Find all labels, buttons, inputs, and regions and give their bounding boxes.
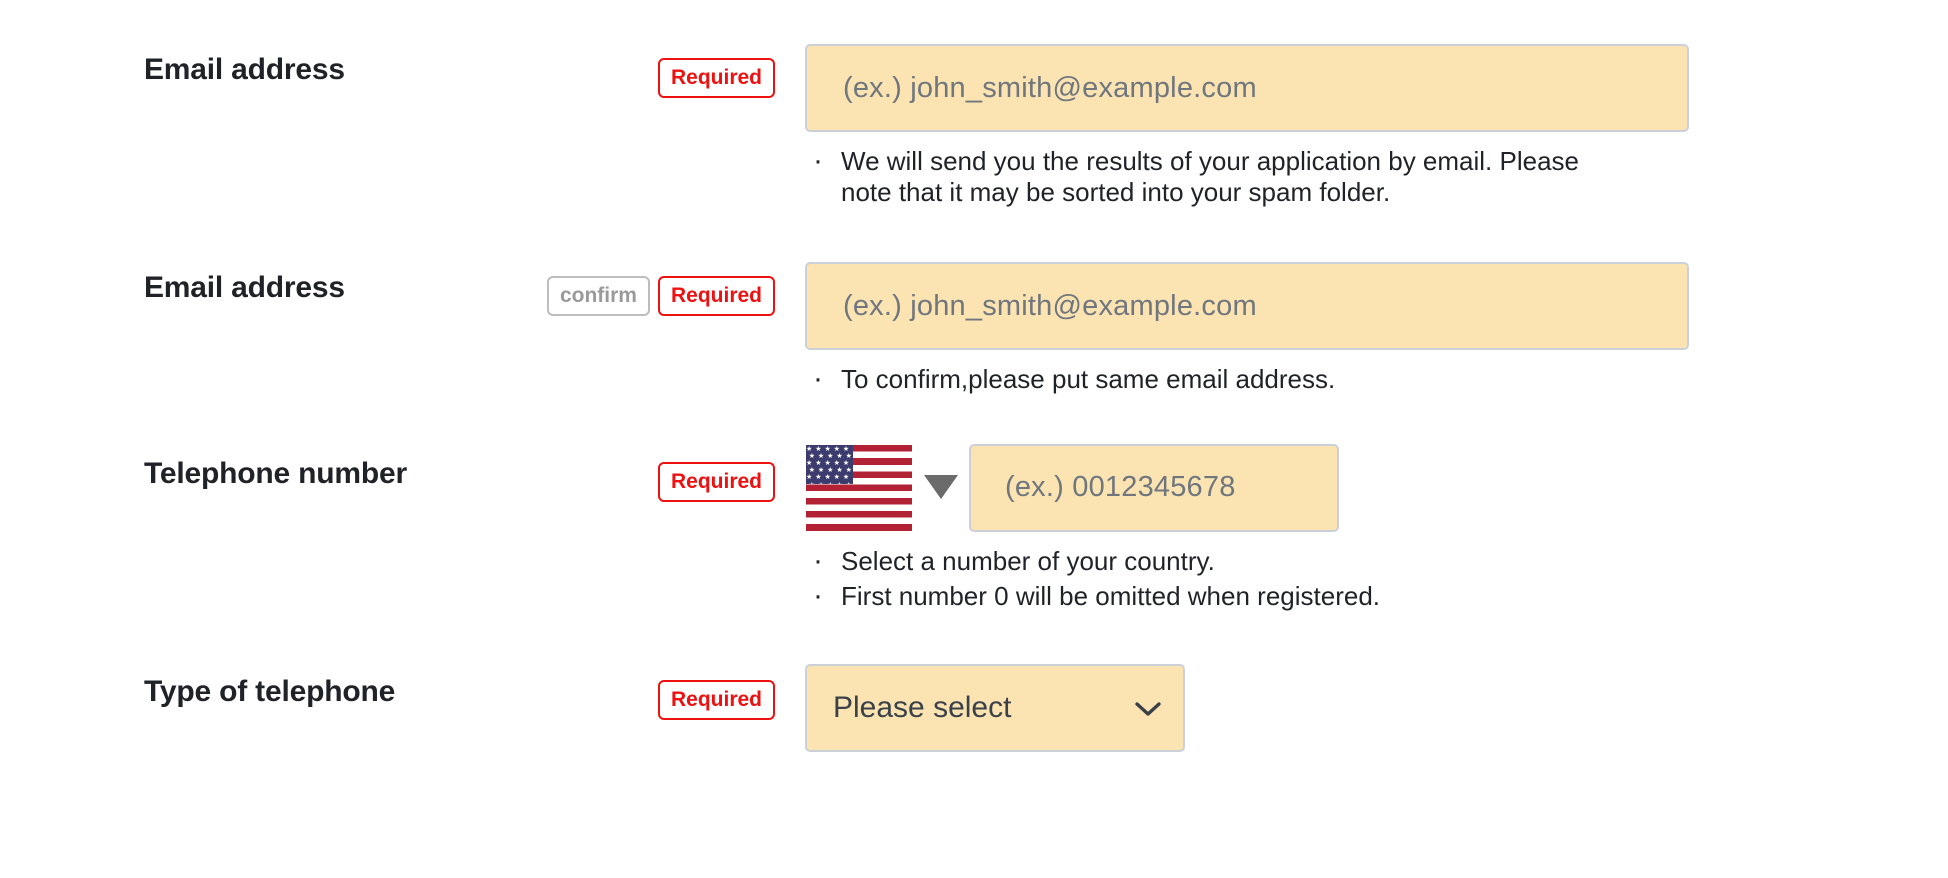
country-flag-select[interactable]: ★ ★ ★ ★ ★ ★ ★ ★ ★ ★ ★ ★ ★ ★ ★ ★ ★ ★ ★ ★ …	[805, 444, 913, 532]
required-badge: Required	[657, 58, 775, 98]
label-cell: Email address	[0, 240, 500, 306]
hint-list: To confirm,please put same email address…	[805, 350, 1605, 397]
required-badge: Required	[657, 679, 775, 720]
field-label-type-of-telephone: Type of telephone	[144, 674, 396, 708]
control-cell: (ex.) john_smith@example.com To confirm,…	[805, 240, 1948, 399]
badge-cell: Required	[500, 426, 805, 502]
form-row-email-confirm: Email address confirm Required (ex.) joh…	[0, 240, 1948, 399]
form-row-type-of-telephone: Type of telephone Required Please select	[0, 646, 1948, 752]
email-confirm-input[interactable]: (ex.) john_smith@example.com	[805, 262, 1689, 351]
field-label-email-address-confirm: Email address	[144, 271, 345, 305]
field-label-email-address: Email address	[144, 53, 345, 86]
chevron-down-icon	[1135, 691, 1161, 725]
us-flag-icon: ★ ★ ★ ★ ★ ★ ★ ★ ★ ★ ★ ★ ★ ★ ★ ★ ★ ★ ★ ★ …	[806, 444, 912, 531]
type-of-telephone-select[interactable]: Please select	[805, 663, 1185, 752]
select-selected-value: Please select	[833, 690, 1012, 724]
hint-item: Select a number of your country.	[805, 543, 1605, 579]
badge-cell: Required	[500, 22, 805, 98]
hint-item: We will send you the results of your app…	[805, 143, 1605, 208]
triangle-down-icon[interactable]	[913, 474, 969, 501]
required-badge: Required	[657, 276, 775, 317]
label-cell: Telephone number	[0, 426, 500, 492]
hint-list: Select a number of your country. First n…	[805, 532, 1605, 614]
field-label-telephone-number: Telephone number	[144, 456, 407, 490]
label-cell: Type of telephone	[0, 646, 500, 710]
confirm-badge: confirm	[546, 276, 650, 317]
required-badge: Required	[657, 461, 775, 502]
badge-cell: Required	[500, 646, 805, 720]
label-cell: Email address	[0, 22, 500, 88]
control-cell: Please select	[805, 646, 1948, 752]
control-cell: ★ ★ ★ ★ ★ ★ ★ ★ ★ ★ ★ ★ ★ ★ ★ ★ ★ ★ ★ ★ …	[805, 426, 1948, 616]
hint-item: To confirm,please put same email address…	[805, 361, 1605, 397]
form-row-email: Email address Required (ex.) john_smith@…	[0, 22, 1948, 212]
control-cell: (ex.) john_smith@example.com We will sen…	[805, 22, 1948, 212]
telephone-number-input[interactable]: (ex.) 0012345678	[969, 443, 1339, 532]
hint-list: We will send you the results of your app…	[805, 132, 1605, 208]
badge-cell: confirm Required	[500, 240, 805, 317]
registration-form: Email address Required (ex.) john_smith@…	[0, 0, 1948, 878]
email-input[interactable]: (ex.) john_smith@example.com	[805, 44, 1689, 132]
form-row-telephone-number: Telephone number Required ★ ★ ★ ★ ★ ★ ★ …	[0, 426, 1948, 616]
phone-input-group: ★ ★ ★ ★ ★ ★ ★ ★ ★ ★ ★ ★ ★ ★ ★ ★ ★ ★ ★ ★ …	[805, 443, 1948, 532]
hint-item: First number 0 will be omitted when regi…	[805, 578, 1605, 614]
